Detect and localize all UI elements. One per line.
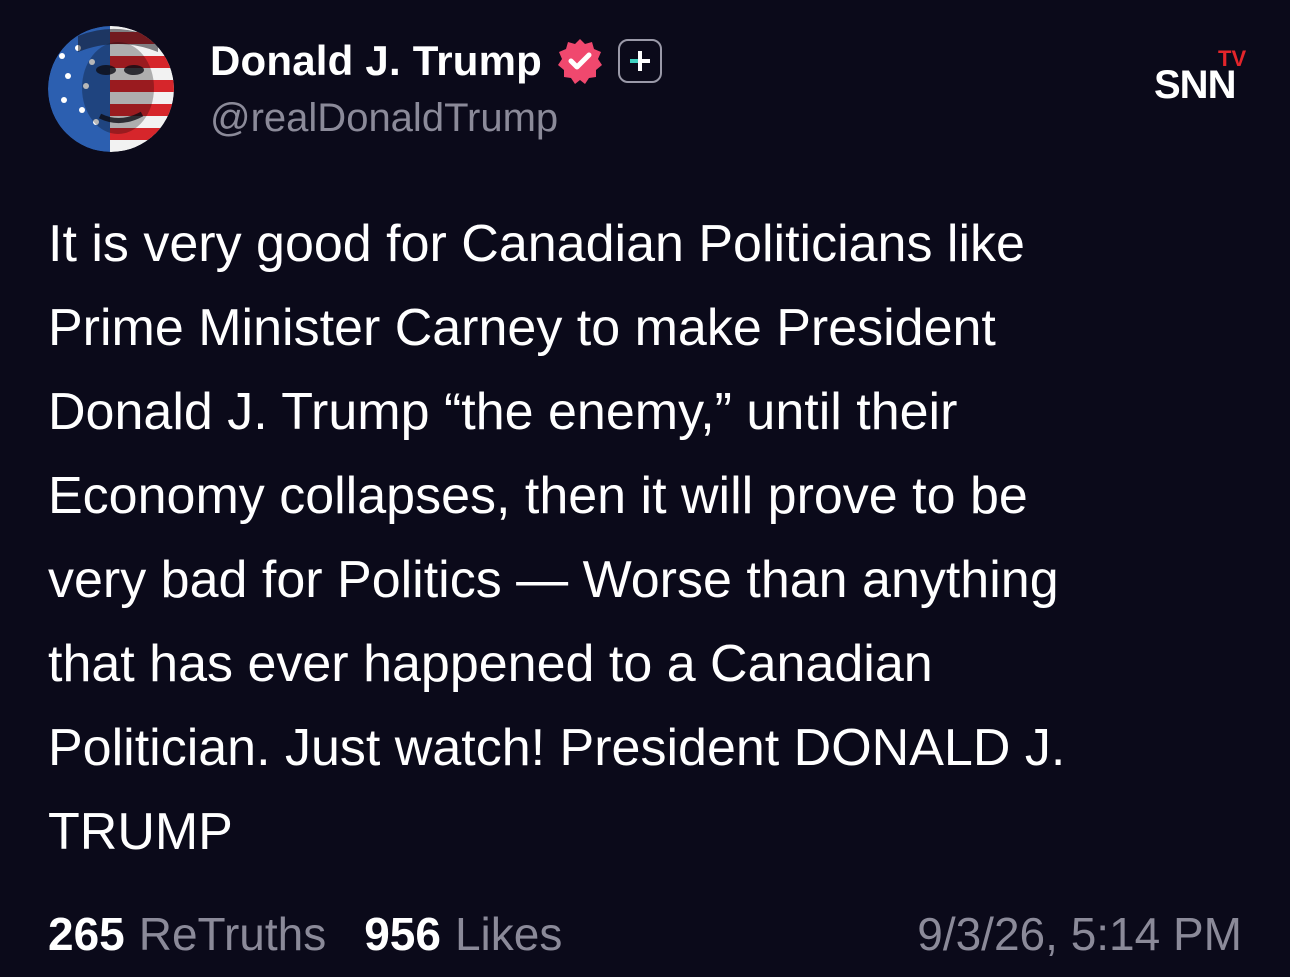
post-body-line: very bad for Politics — Worse than anyth… [48, 551, 1059, 609]
avatar-image [48, 26, 174, 152]
post-footer: 265 ReTruths 956 Likes 9/3/26, 5:14 PM [48, 902, 1242, 966]
post-body-line: Economy collapses, then it will prove to… [48, 467, 1028, 525]
author-avatar[interactable] [48, 26, 174, 152]
post-body-line: Prime Minister Carney to make President [48, 299, 996, 357]
author-name-row: Donald J. Trump [210, 34, 663, 88]
post-body-line: Donald J. Trump “the enemy,” until their [48, 383, 958, 441]
post-body-line: that has ever happened to a Canadian [48, 635, 933, 693]
retruths-label: ReTruths [138, 908, 327, 960]
post-timestamp: 9/3/26, 5:14 PM [917, 908, 1242, 960]
author-display-name[interactable]: Donald J. Trump [210, 37, 542, 85]
likes-count: 956 [364, 908, 441, 960]
post-body-line: TRUMP [48, 803, 233, 861]
truth-post: Donald J. Trump @realDonaldTrump TV SNN … [0, 0, 1290, 977]
likes-stat[interactable]: 956 Likes [364, 907, 562, 961]
retruths-count: 265 [48, 908, 125, 960]
snn-tv-logo: TV SNN [1150, 44, 1250, 107]
likes-label: Likes [454, 908, 563, 960]
author-handle[interactable]: @realDonaldTrump [210, 96, 558, 141]
post-body: It is very good for Canadian Politicians… [48, 202, 1228, 874]
post-body-line: Politician. Just watch! President DONALD… [48, 719, 1066, 777]
verified-badge-icon [556, 37, 604, 85]
post-body-line: It is very good for Canadian Politicians… [48, 215, 1025, 273]
retruths-stat[interactable]: 265 ReTruths [48, 907, 326, 961]
plus-badge-icon [618, 39, 663, 83]
